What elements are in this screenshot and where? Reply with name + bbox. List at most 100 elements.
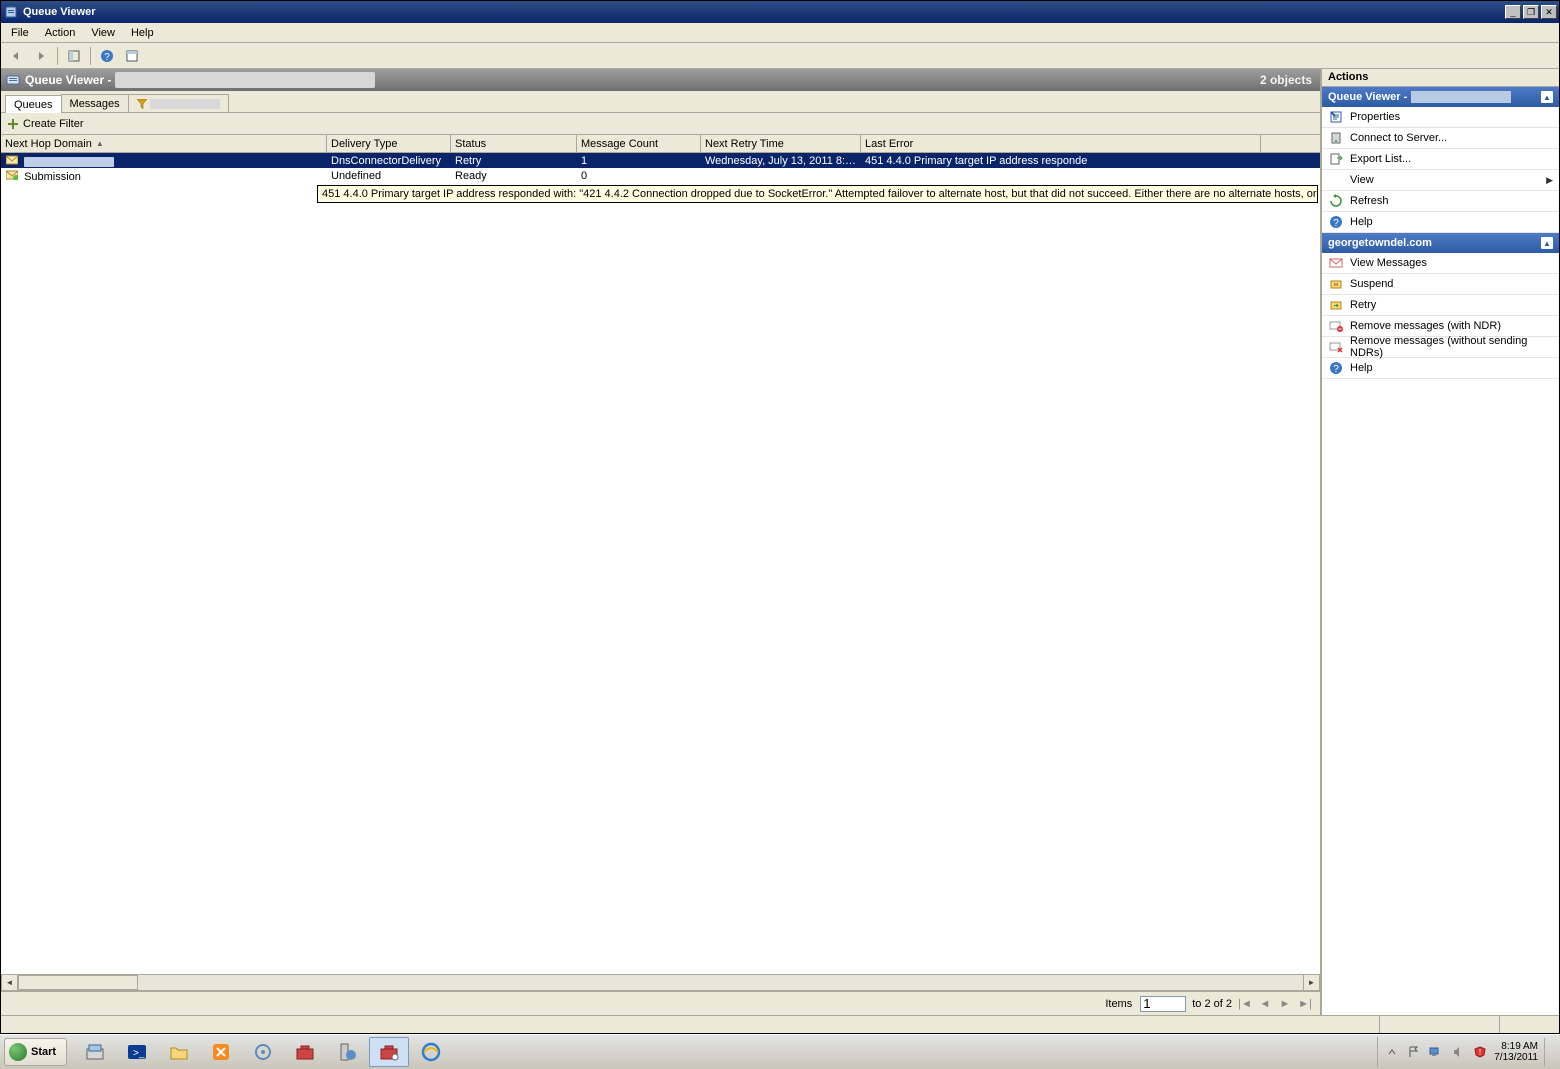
taskbar-services[interactable] — [243, 1037, 283, 1067]
taskbar-queue-viewer[interactable] — [369, 1037, 409, 1067]
minimize-button[interactable]: _ — [1505, 5, 1521, 19]
menu-view[interactable]: View — [83, 25, 123, 41]
horizontal-scrollbar[interactable]: ◄ ► — [1, 974, 1320, 991]
filter-tab-redacted — [150, 99, 220, 109]
help-toolbar-button[interactable]: ? — [96, 45, 118, 67]
taskbar-toolbox1[interactable] — [285, 1037, 325, 1067]
action-remove-ndr[interactable]: Remove messages (with NDR) — [1322, 316, 1559, 337]
actions-group-header[interactable]: georgetowndel.com ▲ — [1322, 233, 1559, 253]
action-view-messages[interactable]: View Messages — [1322, 253, 1559, 274]
taskbar-explorer[interactable] — [75, 1037, 115, 1067]
grid-body: DnsConnectorDelivery Retry 1 Wednesday, … — [1, 153, 1320, 974]
show-desktop-button[interactable] — [1544, 1038, 1554, 1066]
cell-last-error — [861, 175, 1261, 177]
grid-row[interactable]: DnsConnectorDelivery Retry 1 Wednesday, … — [1, 153, 1320, 168]
retry-icon — [1328, 297, 1344, 313]
col-delivery-type[interactable]: Delivery Type — [327, 135, 451, 152]
action-refresh[interactable]: Refresh — [1322, 191, 1559, 212]
queue-item-icon — [5, 154, 19, 166]
tray-shield-icon[interactable]: ! — [1472, 1044, 1488, 1060]
cell-message-count: 0 — [577, 169, 701, 183]
scroll-track[interactable] — [18, 974, 1303, 991]
col-message-count[interactable]: Message Count — [577, 135, 701, 152]
back-button[interactable] — [5, 45, 27, 67]
pager-input[interactable] — [1140, 996, 1186, 1012]
tray-volume-icon[interactable] — [1450, 1044, 1466, 1060]
app-window: Queue Viewer _ ❐ ✕ File Action View Help… — [0, 0, 1560, 1034]
pager-first[interactable]: |◄ — [1238, 997, 1252, 1011]
col-last-error[interactable]: Last Error — [861, 135, 1261, 152]
error-tooltip: 451 4.4.0 Primary target IP address resp… — [317, 185, 1318, 203]
action-connect-server[interactable]: Connect to Server... — [1322, 128, 1559, 149]
taskbar-items: >_ — [75, 1037, 451, 1067]
action-suspend[interactable]: Suspend — [1322, 274, 1559, 295]
action-retry[interactable]: Retry — [1322, 295, 1559, 316]
tab-messages[interactable]: Messages — [61, 94, 129, 112]
taskbar-folder[interactable] — [159, 1037, 199, 1067]
properties-toolbar-button[interactable] — [121, 45, 143, 67]
create-filter-link[interactable]: Create Filter — [23, 118, 84, 130]
cell-delivery-type: Undefined — [327, 169, 451, 183]
windows-orb-icon — [9, 1043, 27, 1061]
desktop: Queue Viewer _ ❐ ✕ File Action View Help… — [0, 0, 1560, 1069]
properties-icon — [1328, 109, 1344, 125]
taskbar: Start >_ ! 8:19 AM 7/13/2011 — [0, 1034, 1560, 1069]
action-help[interactable]: ? Help — [1322, 358, 1559, 379]
object-count: 2 objects — [1260, 73, 1312, 87]
blank-icon — [1328, 172, 1344, 188]
taskbar-powershell[interactable]: >_ — [117, 1037, 157, 1067]
close-button[interactable]: ✕ — [1541, 5, 1557, 19]
tray-flag-icon[interactable] — [1406, 1044, 1422, 1060]
action-view[interactable]: View ▶ — [1322, 170, 1559, 191]
pager-last[interactable]: ►| — [1298, 997, 1312, 1011]
menu-action[interactable]: Action — [37, 25, 84, 41]
grid-row[interactable]: Submission Undefined Ready 0 — [1, 168, 1320, 183]
collapse-icon[interactable]: ▲ — [1541, 91, 1553, 103]
scroll-right-button[interactable]: ► — [1303, 974, 1320, 991]
taskbar-ie[interactable] — [411, 1037, 451, 1067]
col-status[interactable]: Status — [451, 135, 577, 152]
actions-group-header[interactable]: Queue Viewer - ▲ — [1322, 87, 1559, 107]
titlebar: Queue Viewer _ ❐ ✕ — [1, 1, 1559, 23]
scroll-thumb[interactable] — [18, 975, 138, 990]
sort-asc-icon: ▲ — [96, 139, 104, 148]
tray-network-icon[interactable] — [1428, 1044, 1444, 1060]
forward-button[interactable] — [30, 45, 52, 67]
grid-header: Next Hop Domain▲ Delivery Type Status Me… — [1, 135, 1320, 153]
create-filter-row: Create Filter — [1, 113, 1320, 135]
actions-pane: Actions Queue Viewer - ▲ Properties — [1321, 69, 1559, 1015]
start-button[interactable]: Start — [4, 1038, 67, 1066]
cell-next-retry: Wednesday, July 13, 2011 8:23:... — [701, 154, 861, 168]
cell-next-retry — [701, 175, 861, 177]
tab-filter[interactable] — [128, 94, 229, 112]
tab-queues[interactable]: Queues — [5, 95, 62, 113]
taskbar-server-manager[interactable] — [327, 1037, 367, 1067]
menu-file[interactable]: File — [3, 25, 37, 41]
maximize-button[interactable]: ❐ — [1523, 5, 1539, 19]
remove-ndr-icon — [1328, 318, 1344, 334]
pager-next[interactable]: ► — [1278, 997, 1292, 1011]
content-header: Queue Viewer - 2 objects — [1, 69, 1320, 91]
pager-prev[interactable]: ◄ — [1258, 997, 1272, 1011]
show-hide-tree-button[interactable] — [63, 45, 85, 67]
action-help[interactable]: ? Help — [1322, 212, 1559, 233]
menu-help[interactable]: Help — [123, 25, 162, 41]
action-remove-no-ndr[interactable]: Remove messages (without sending NDRs) — [1322, 337, 1559, 358]
svg-text:?: ? — [1333, 218, 1339, 229]
action-export-list[interactable]: Export List... — [1322, 149, 1559, 170]
col-next-retry[interactable]: Next Retry Time — [701, 135, 861, 152]
toolbar-separator — [57, 47, 58, 65]
refresh-icon — [1328, 193, 1344, 209]
col-next-hop[interactable]: Next Hop Domain▲ — [1, 135, 327, 152]
help-icon: ? — [1328, 360, 1344, 376]
action-properties[interactable]: Properties — [1322, 107, 1559, 128]
taskbar-app-orange[interactable] — [201, 1037, 241, 1067]
window-buttons: _ ❐ ✕ — [1503, 5, 1557, 19]
tray-chevron-icon[interactable] — [1384, 1044, 1400, 1060]
status-cell — [1499, 1016, 1559, 1033]
cell-last-error: 451 4.4.0 Primary target IP address resp… — [861, 154, 1261, 168]
collapse-icon[interactable]: ▲ — [1541, 237, 1553, 249]
scroll-left-button[interactable]: ◄ — [1, 974, 18, 991]
tray-clock[interactable]: 8:19 AM 7/13/2011 — [1494, 1041, 1538, 1063]
server-icon — [1328, 130, 1344, 146]
